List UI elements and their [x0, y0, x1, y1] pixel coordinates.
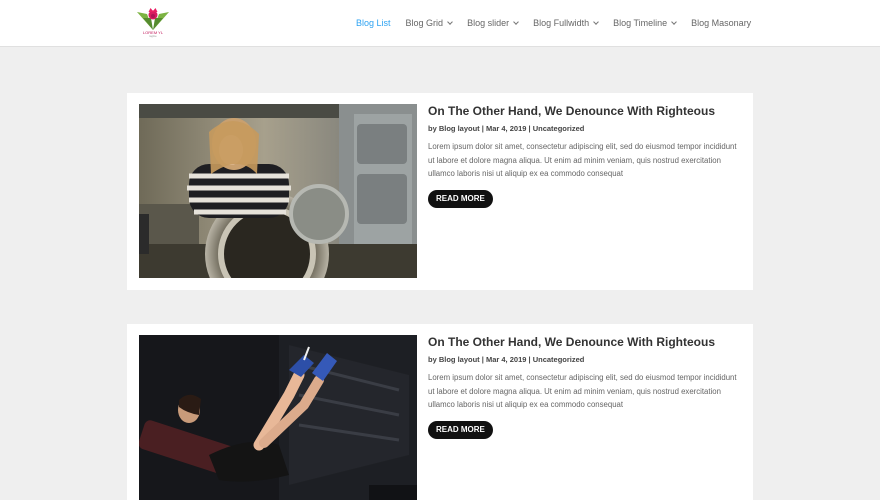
chevron-down-icon: [593, 18, 599, 25]
post-thumbnail-laundry[interactable]: [139, 104, 417, 278]
post-meta: by Blog layout | Mar 4, 2019 | Uncategor…: [428, 124, 584, 133]
post-author[interactable]: Blog layout: [439, 124, 480, 133]
nav-item-label: Blog List: [356, 18, 391, 28]
post-title[interactable]: On The Other Hand, We Denounce With Righ…: [428, 104, 715, 118]
post-excerpt: Lorem ipsum dolor sit amet, consectetur …: [428, 142, 737, 178]
post-meta: by Blog layout | Mar 4, 2019 | Uncategor…: [428, 355, 584, 364]
site-logo[interactable]: LOREM YL tagline: [133, 6, 173, 40]
chevron-down-icon: [447, 18, 453, 25]
logo-tagline: tagline: [149, 35, 157, 38]
nav-item-label: Blog slider: [467, 18, 510, 28]
post-excerpt: Lorem ipsum dolor sit amet, consectetur …: [428, 373, 737, 409]
logo-flower-icon: [137, 8, 169, 30]
post-category[interactable]: Uncategorized: [533, 355, 585, 364]
nav-item-blog-grid[interactable]: Blog Grid: [406, 18, 453, 28]
nav-item-label: Blog Masonary: [691, 18, 752, 28]
nav-item-label: Blog Fullwidth: [533, 18, 590, 28]
chevron-down-icon: [671, 18, 677, 25]
blog-post-card: On The Other Hand, We Denounce With Righ…: [127, 93, 753, 290]
read-more-button[interactable]: READ MORE: [428, 421, 493, 439]
nav-item-blog-fullwidth[interactable]: Blog Fullwidth: [533, 18, 599, 28]
post-date: Mar 4, 2019: [485, 124, 527, 133]
nav-item-blog-timeline[interactable]: Blog Timeline: [613, 18, 677, 28]
site-header: LOREM YL tagline Blog List Blog Grid Blo…: [0, 0, 880, 46]
nav-item-blog-slider[interactable]: Blog slider: [467, 18, 519, 28]
nav-item-blog-list[interactable]: Blog List: [356, 18, 391, 28]
nav-item-label: Blog Grid: [405, 18, 444, 28]
post-thumbnail-gym[interactable]: [139, 335, 417, 500]
post-title[interactable]: On The Other Hand, We Denounce With Righ…: [428, 335, 715, 349]
read-more-button[interactable]: READ MORE: [428, 190, 493, 208]
meta-by: by: [428, 124, 439, 133]
nav-item-label: Blog Timeline: [613, 18, 668, 28]
meta-by: by: [428, 355, 439, 364]
nav-item-blog-masonary[interactable]: Blog Masonary: [691, 18, 751, 28]
post-date: Mar 4, 2019: [485, 355, 527, 364]
main-nav: Blog List Blog Grid Blog slider Blog Ful…: [356, 0, 751, 46]
post-category[interactable]: Uncategorized: [533, 124, 585, 133]
blog-post-card: On The Other Hand, We Denounce With Righ…: [127, 324, 753, 500]
chevron-down-icon: [513, 18, 519, 25]
post-author[interactable]: Blog layout: [439, 355, 480, 364]
